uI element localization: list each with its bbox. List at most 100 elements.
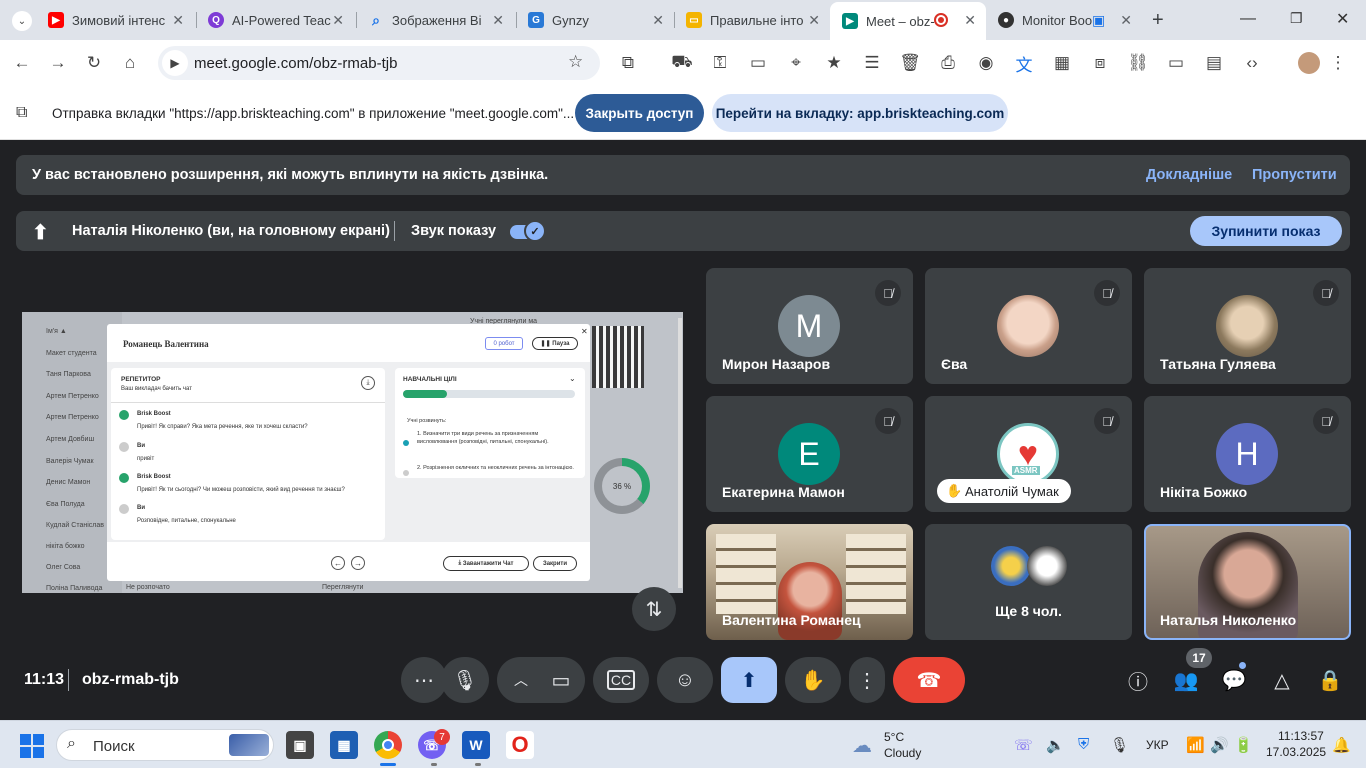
chevron-down-icon[interactable]: ⌄ — [569, 374, 576, 383]
meeting-info-icon[interactable]: ⓘ — [1123, 665, 1153, 695]
dismiss-link[interactable]: Пропустити — [1252, 167, 1337, 183]
participant-tile[interactable]: E 🎙̸ Екатерина Мамон — [706, 396, 913, 512]
opera-icon[interactable]: O — [506, 731, 534, 759]
captions-button[interactable]: CC — [593, 657, 649, 703]
present-button[interactable]: ⬆ — [721, 657, 777, 703]
word-icon[interactable]: W — [462, 731, 490, 759]
reload-icon[interactable]: ↻ — [82, 51, 106, 75]
volume-icon[interactable]: 🔊 — [1210, 736, 1229, 754]
chrome-icon[interactable] — [374, 731, 402, 759]
link-icon[interactable]: ⛓ — [1126, 51, 1150, 75]
close-modal-button[interactable]: Закрити — [533, 556, 577, 571]
share-sound-toggle[interactable]: ✓ — [510, 220, 546, 242]
star-icon[interactable]: ★ — [822, 51, 846, 75]
code-icon[interactable]: ‹› — [1240, 51, 1264, 75]
leave-call-button[interactable]: ☎ — [893, 657, 965, 703]
trash-icon[interactable]: 🗑 — [898, 51, 922, 75]
activities-icon[interactable]: △ — [1267, 665, 1297, 695]
minimize-icon[interactable]: — — [1240, 10, 1256, 28]
people-icon[interactable]: 👥 — [1171, 665, 1201, 695]
home-icon[interactable]: ⌂ — [118, 51, 142, 75]
tab-5[interactable]: ▭ Правильне інто ✕ — [674, 6, 830, 34]
close-icon[interactable]: ✕ — [332, 12, 344, 29]
prev-arrow-icon[interactable]: ← — [331, 556, 345, 570]
language-indicator[interactable]: УКР — [1146, 738, 1169, 752]
forward-icon[interactable]: → — [46, 51, 70, 75]
close-icon[interactable]: ✕ — [652, 12, 664, 29]
more-participants-tile[interactable]: Ще 8 чол. — [925, 524, 1132, 640]
defender-icon[interactable]: ⛨ — [1078, 736, 1089, 753]
goto-tab-button[interactable]: Перейти на вкладку: app.briskteaching.co… — [712, 94, 1008, 132]
raise-hand-button[interactable]: ✋ — [785, 657, 841, 703]
pause-button[interactable]: ❚❚ Пауза — [532, 337, 578, 350]
card-icon[interactable]: ▭ — [746, 51, 770, 75]
participant-tile[interactable]: 🎙̸ Єва — [925, 268, 1132, 384]
self-video-tile[interactable]: Наталья Николенко — [1144, 524, 1351, 640]
qr-icon[interactable]: ▦ — [1050, 51, 1074, 75]
close-icon[interactable]: ✕ — [172, 12, 184, 29]
notifications-bell-icon[interactable]: 🔔 — [1332, 736, 1351, 754]
download-icon[interactable]: ⤓ — [361, 376, 375, 390]
close-icon[interactable]: ✕ — [492, 12, 504, 29]
bookmark-star-icon[interactable]: ☆ — [568, 52, 583, 72]
scrollbar[interactable] — [678, 318, 682, 588]
print-icon[interactable]: ⎙ — [936, 51, 960, 75]
profile-avatar[interactable] — [1298, 52, 1320, 74]
address-bar[interactable]: ▶ meet.google.com/obz-rmab-tjb ☆ — [158, 46, 600, 80]
mic-tray-icon[interactable]: 🎙 — [1110, 736, 1129, 754]
tab-2[interactable]: Q AI-Powered Teac ✕ — [196, 6, 354, 34]
extensions-puzzle-icon[interactable]: ⧉ — [616, 51, 640, 75]
camera-icon[interactable]: ◉ — [974, 51, 998, 75]
stop-presenting-button[interactable]: Зупинити показ — [1190, 216, 1342, 246]
clock-time[interactable]: 11:13:57 — [1278, 729, 1324, 743]
participant-tile[interactable]: Н 🎙̸ Нікіта Божко — [1144, 396, 1351, 512]
store-icon[interactable]: ▦ — [330, 731, 358, 759]
participant-video-tile[interactable]: Валентина Романец — [706, 524, 913, 640]
swap-layout-icon[interactable]: ⇅ — [632, 587, 676, 631]
chat-icon[interactable]: 💬 — [1219, 665, 1249, 695]
viber-tray-icon[interactable]: ☏ — [1014, 736, 1033, 754]
windows-start-icon[interactable] — [20, 734, 44, 758]
ext-car-icon[interactable]: ⛟ — [670, 51, 694, 75]
location-icon[interactable]: ⌖ — [784, 51, 808, 75]
camera-button[interactable]: ▭ — [537, 657, 585, 703]
download-chat-button[interactable]: ⤓ Завантажити Чат — [443, 556, 529, 571]
site-info-icon[interactable]: ▶ — [162, 50, 188, 76]
close-window-icon[interactable]: ✕ — [1336, 9, 1349, 29]
back-icon[interactable]: ← — [10, 51, 34, 75]
close-icon[interactable]: ✕ — [1120, 12, 1132, 29]
participant-tile[interactable]: ♥ ASMR 🎙̸ ✋ Анатолій Чумак — [925, 396, 1132, 512]
reading-icon[interactable]: ⧈ — [1088, 51, 1112, 75]
stop-sharing-button[interactable]: Закрыть доступ — [575, 94, 704, 132]
key-icon[interactable]: ⚿ — [708, 51, 732, 75]
wifi-icon[interactable]: 📶 — [1186, 736, 1205, 754]
speaker-tray-icon[interactable]: 🔈 — [1046, 736, 1065, 754]
host-controls-icon[interactable]: 🔒 — [1315, 665, 1345, 695]
tab-1[interactable]: ▶ Зимовий інтенс ✕ — [36, 6, 194, 34]
tab-4[interactable]: G Gynzy ✕ — [516, 6, 674, 34]
works-button[interactable]: 0 робот — [485, 337, 523, 350]
clock-date[interactable]: 17.03.2025 — [1266, 745, 1326, 759]
restore-icon[interactable]: ❐ — [1290, 10, 1303, 27]
cast-icon[interactable]: ▭ — [1164, 51, 1188, 75]
next-arrow-icon[interactable]: → — [351, 556, 365, 570]
taskbar-search-box[interactable]: ⌕ Поиск — [56, 729, 274, 761]
tab-search-icon[interactable]: ⌄ — [12, 11, 32, 31]
tab-3[interactable]: ⌕ Зображення Ві ✕ — [356, 6, 514, 34]
menu-dots-icon[interactable]: ⋮ — [1326, 51, 1350, 75]
learn-more-link[interactable]: Докладніше — [1146, 167, 1232, 183]
translate-icon[interactable]: 文 — [1012, 51, 1036, 75]
tab-7[interactable]: ● Monitor Boo ▣ ✕ — [986, 6, 1142, 34]
new-tab-button[interactable]: + — [1152, 9, 1164, 32]
reactions-button[interactable]: ☺ — [657, 657, 713, 703]
close-icon[interactable]: ✕ — [964, 12, 976, 29]
list-icon[interactable]: ☰ — [860, 51, 884, 75]
task-view-icon[interactable]: ▣ — [286, 731, 314, 759]
grid-icon[interactable]: ▤ — [1202, 51, 1226, 75]
tab-meet-active[interactable]: ▶ Meet – obz- ✕ — [830, 2, 986, 40]
participant-tile[interactable]: M 🎙̸ Мирон Назаров — [706, 268, 913, 384]
battery-icon[interactable]: 🔋 — [1234, 736, 1253, 754]
participant-tile[interactable]: 🎙̸ Татьяна Гуляева — [1144, 268, 1351, 384]
mic-button[interactable]: 🎙 — [441, 657, 489, 703]
more-options-button[interactable]: ⋮ — [849, 657, 885, 703]
